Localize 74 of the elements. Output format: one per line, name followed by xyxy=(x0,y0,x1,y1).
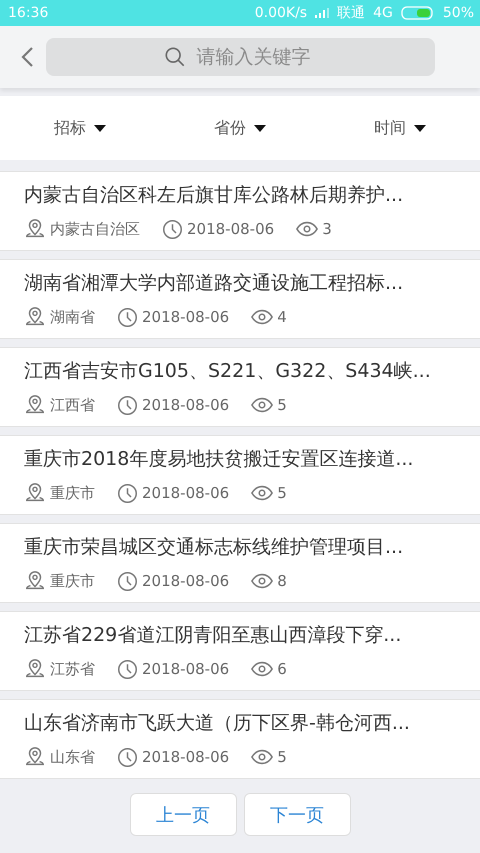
region-label: 山东省 xyxy=(50,748,95,766)
carrier-name: 联通 xyxy=(337,4,366,22)
listing-title: 江苏省229省道江阴青阳至惠山西漳段下穿... xyxy=(24,623,402,648)
listing-title: 湖南省湘潭大学内部道路交通设施工程招标... xyxy=(24,271,404,296)
date-label: 2018-08-06 xyxy=(142,748,230,766)
region-label: 湖南省 xyxy=(50,308,95,326)
clock-icon xyxy=(117,658,138,680)
clock-icon xyxy=(117,394,138,416)
location-pin-icon xyxy=(24,482,46,504)
listing-title: 重庆市2018年度易地扶贫搬迁安置区连接道... xyxy=(24,447,414,472)
view-count: 5 xyxy=(277,748,287,766)
search-icon xyxy=(164,46,186,68)
listing-card[interactable]: 重庆市荣昌城区交通标志标线维护管理项目... 重庆市 2018-08-06 8 xyxy=(0,523,480,603)
dropdown-caret-icon xyxy=(414,124,426,132)
region-label: 江苏省 xyxy=(50,660,95,678)
listing-card[interactable]: 内蒙古自治区科左后旗甘库公路林后期养护... 内蒙古自治区 2018-08-06 3 xyxy=(0,171,480,251)
location-pin-icon xyxy=(24,570,46,592)
dropdown-caret-icon xyxy=(254,124,266,132)
listing-card[interactable]: 湖南省湘潭大学内部道路交通设施工程招标... 湖南省 2018-08-06 4 xyxy=(0,259,480,339)
battery-icon xyxy=(400,6,435,20)
date-label: 2018-08-06 xyxy=(187,220,274,238)
date-label: 2018-08-06 xyxy=(142,484,230,502)
eye-icon xyxy=(251,573,274,589)
clock-icon xyxy=(117,746,138,768)
filter-dropdown[interactable]: 时间 xyxy=(320,96,480,160)
clock-icon xyxy=(117,306,138,328)
clock-icon xyxy=(117,570,138,592)
date-label: 2018-08-06 xyxy=(142,308,230,326)
listing-card[interactable]: 江西省吉安市G105、S221、G322、S434峡... 江西省 2018-08-06 5 xyxy=(0,347,480,427)
dropdown-caret-icon xyxy=(94,124,106,132)
date-label: 2018-08-06 xyxy=(142,396,230,414)
view-count: 6 xyxy=(277,660,287,678)
location-pin-icon xyxy=(24,218,46,240)
battery-percent: 50% xyxy=(442,5,474,21)
eye-icon xyxy=(251,661,274,677)
network-type: 4G xyxy=(373,5,393,21)
network-speed: 0.00K/s xyxy=(254,5,308,21)
region-label: 江西省 xyxy=(50,396,95,414)
eye-icon xyxy=(251,749,274,765)
listing-title: 江西省吉安市G105、S221、G322、S434峡... xyxy=(24,359,432,384)
date-label: 2018-08-06 xyxy=(142,660,230,678)
eye-icon xyxy=(251,309,274,325)
listing-card[interactable]: 山东省济南市飞跃大道（历下区界-韩仓河西... 山东省 2018-08-06 5 xyxy=(0,699,480,779)
view-count: 5 xyxy=(277,484,287,502)
clock-icon xyxy=(162,218,183,240)
view-count: 4 xyxy=(277,308,287,326)
listing-card[interactable]: 重庆市2018年度易地扶贫搬迁安置区连接道... 重庆市 2018-08-06 5 xyxy=(0,435,480,515)
location-pin-icon xyxy=(24,306,46,328)
search-field[interactable]: 请输入关键字 xyxy=(46,38,435,76)
listing-title: 山东省济南市飞跃大道（历下区界-韩仓河西... xyxy=(24,711,411,736)
date-label: 2018-08-06 xyxy=(142,572,230,590)
view-count: 8 xyxy=(277,572,287,590)
location-pin-icon xyxy=(24,658,46,680)
eye-icon xyxy=(251,397,274,413)
eye-icon xyxy=(296,221,318,237)
clock-icon xyxy=(117,482,138,504)
location-pin-icon xyxy=(24,394,46,416)
filter-dropdown[interactable]: 招标 xyxy=(0,96,160,160)
listing-title: 重庆市荣昌城区交通标志标线维护管理项目... xyxy=(24,535,404,560)
back-button[interactable] xyxy=(20,46,34,68)
region-label: 重庆市 xyxy=(50,484,95,502)
eye-icon xyxy=(251,485,274,501)
signal-icon xyxy=(315,8,330,18)
listing-card[interactable]: 江苏省229省道江阴青阳至惠山西漳段下穿... 江苏省 2018-08-06 6 xyxy=(0,611,480,691)
listing-title: 内蒙古自治区科左后旗甘库公路林后期养护... xyxy=(24,183,404,208)
page-button[interactable]: 上一页 xyxy=(130,793,236,836)
region-label: 内蒙古自治区 xyxy=(50,220,140,238)
view-count: 5 xyxy=(277,396,287,414)
view-count: 3 xyxy=(322,220,332,238)
filter-dropdown[interactable]: 省份 xyxy=(160,96,320,160)
region-label: 重庆市 xyxy=(50,572,95,590)
status-time: 16:36 xyxy=(8,5,48,21)
location-pin-icon xyxy=(24,746,46,768)
page-button[interactable]: 下一页 xyxy=(244,793,350,836)
